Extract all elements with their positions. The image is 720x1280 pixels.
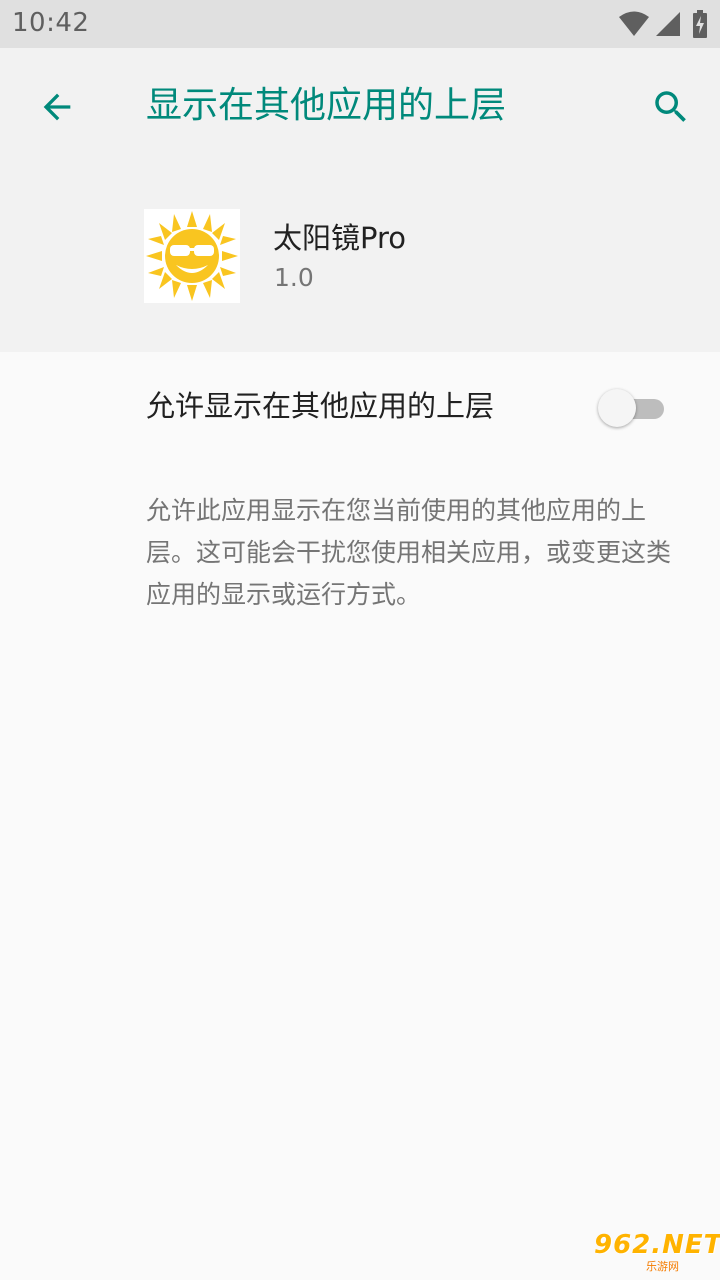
app-header: 显示在其他应用的上层 太阳镜Pro 1.0: [0, 48, 720, 352]
search-icon: [655, 91, 686, 122]
status-time: 10:42: [12, 8, 90, 38]
search-button[interactable]: [642, 78, 700, 136]
arrow-back-icon: [43, 93, 71, 121]
switch-thumb: [598, 389, 636, 427]
app-version: 1.0: [274, 263, 314, 292]
sun-with-sunglasses-icon: [146, 211, 238, 301]
overlay-permission-switch[interactable]: [598, 388, 668, 428]
permission-toggle-label: 允许显示在其他应用的上层: [146, 389, 495, 423]
app-name: 太阳镜Pro: [273, 221, 407, 255]
watermark-text: 962.NET: [594, 1230, 720, 1260]
back-button[interactable]: [28, 78, 86, 136]
signal-icon: [654, 10, 682, 38]
watermark-logo: 962.NET 乐游网: [588, 1230, 720, 1273]
status-icons: [608, 10, 708, 38]
status-bar: 10:42: [0, 0, 720, 48]
wifi-icon: [618, 10, 650, 38]
page-title: 显示在其他应用的上层: [146, 85, 507, 126]
watermark-subtext: 乐游网: [646, 1260, 679, 1273]
permission-description: 允许此应用显示在您当前使用的其他应用的上层。这可能会干扰您使用相关应用，或变更这…: [146, 496, 672, 609]
app-icon: [144, 209, 240, 303]
permission-toggle-row[interactable]: 允许显示在其他应用的上层: [0, 352, 720, 462]
battery-charging-icon: [692, 10, 708, 38]
